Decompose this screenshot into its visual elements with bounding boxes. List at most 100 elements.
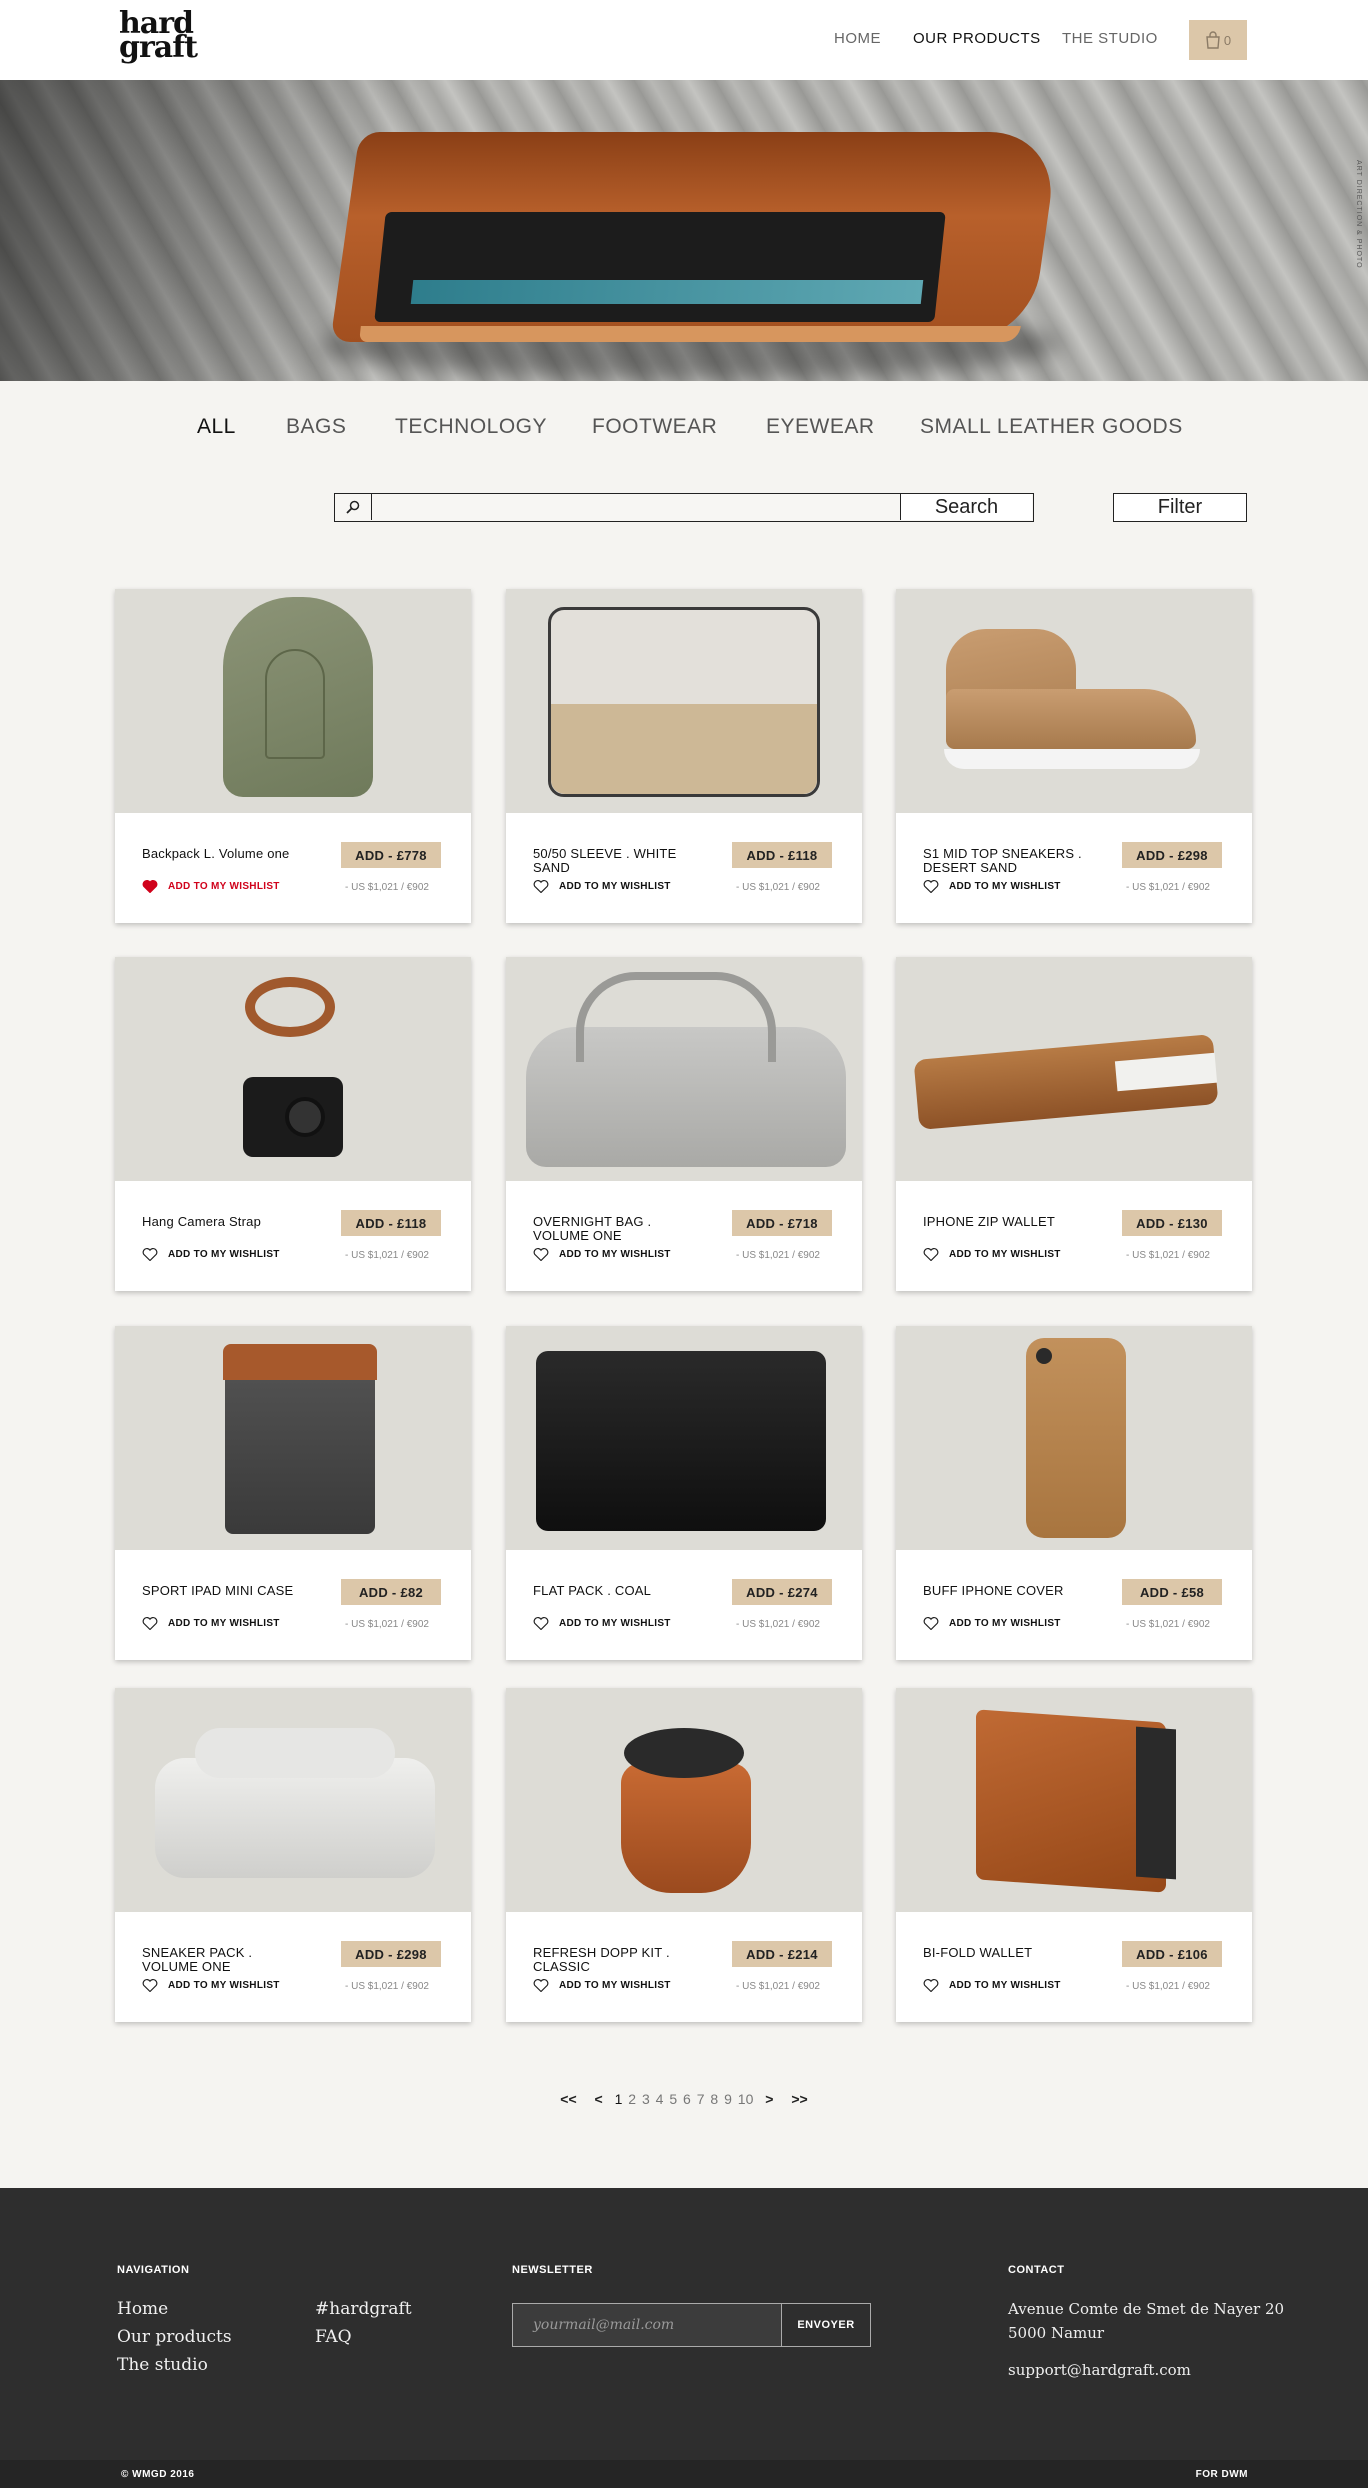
product-image[interactable] (115, 589, 471, 813)
tab-bags[interactable]: BAGS (286, 415, 346, 439)
logo[interactable]: hard graft (119, 9, 198, 63)
page-last[interactable]: >> (791, 2091, 807, 2107)
add-to-wishlist-button[interactable]: ADD TO MY WISHLIST (142, 1616, 280, 1630)
product-card[interactable]: BUFF IPHONE COVER ADD TO MY WISHLIST ADD -… (896, 1326, 1252, 1660)
page-7[interactable]: 7 (697, 2091, 705, 2107)
page-5[interactable]: 5 (669, 2091, 677, 2107)
product-image[interactable] (115, 1326, 471, 1550)
add-to-wishlist-button[interactable]: ADD TO MY WISHLIST (142, 1247, 280, 1261)
product-card[interactable]: Hang Camera Strap ADD TO MY WISHLIST ADD -… (115, 957, 471, 1291)
tab-technology[interactable]: TECHNOLOGY (395, 415, 547, 439)
page-3[interactable]: 3 (642, 2091, 650, 2107)
product-name[interactable]: BUFF IPHONE COVER (923, 1584, 1093, 1598)
page-next[interactable]: > (765, 2091, 773, 2107)
product-name[interactable]: REFRESH DOPP KIT . CLASSIC (533, 1946, 703, 1974)
tab-all[interactable]: ALL (197, 415, 236, 439)
add-to-cart-button[interactable]: ADD - £718 (732, 1210, 832, 1236)
product-image[interactable] (506, 1688, 862, 1912)
page-9[interactable]: 9 (724, 2091, 732, 2107)
newsletter-email-input[interactable]: yourmail@mail.com (513, 2304, 782, 2346)
wishlist-label: ADD TO MY WISHLIST (559, 1248, 671, 1260)
add-to-cart-button[interactable]: ADD - £82 (341, 1579, 441, 1605)
footer-link-faq[interactable]: FAQ (315, 2327, 352, 2347)
product-name[interactable]: SNEAKER PACK . VOLUME ONE (142, 1946, 312, 1974)
nav-home[interactable]: HOME (834, 30, 881, 47)
product-card[interactable]: REFRESH DOPP KIT . CLASSIC ADD TO MY WISH… (506, 1688, 862, 2022)
add-to-cart-button[interactable]: ADD - £118 (341, 1210, 441, 1236)
product-name[interactable]: Hang Camera Strap (142, 1215, 312, 1229)
add-to-cart-button[interactable]: ADD - £58 (1122, 1579, 1222, 1605)
add-to-cart-button[interactable]: ADD - £106 (1122, 1941, 1222, 1967)
footer-link-home[interactable]: Home (117, 2299, 168, 2319)
cart-button[interactable]: 0 (1189, 20, 1247, 60)
add-to-wishlist-button[interactable]: ADD TO MY WISHLIST (533, 1247, 671, 1261)
page-1[interactable]: 1 (615, 2091, 623, 2107)
page-10[interactable]: 10 (738, 2091, 754, 2107)
add-to-wishlist-button[interactable]: ADD TO MY WISHLIST (923, 1247, 1061, 1261)
add-to-cart-button[interactable]: ADD - £298 (341, 1941, 441, 1967)
product-name[interactable]: FLAT PACK . COAL (533, 1584, 703, 1598)
add-to-wishlist-button[interactable]: ADD TO MY WISHLIST (923, 1978, 1061, 1992)
page-2[interactable]: 2 (628, 2091, 636, 2107)
credit-link[interactable]: FOR DWM (1196, 2469, 1248, 2480)
product-card[interactable]: BI-FOLD WALLET ADD TO MY WISHLIST ADD - £1… (896, 1688, 1252, 2022)
product-card[interactable]: FLAT PACK . COAL ADD TO MY WISHLIST ADD - … (506, 1326, 862, 1660)
add-to-wishlist-button[interactable]: ADD TO MY WISHLIST (923, 1616, 1061, 1630)
add-to-wishlist-button[interactable]: ADD TO MY WISHLIST (533, 1616, 671, 1630)
add-to-cart-button[interactable]: ADD - £778 (341, 842, 441, 868)
search-input[interactable] (373, 494, 901, 520)
page-6[interactable]: 6 (683, 2091, 691, 2107)
page-4[interactable]: 4 (656, 2091, 664, 2107)
product-card[interactable]: Backpack L. Volume one ADD TO MY WISHLIST… (115, 589, 471, 923)
product-card[interactable]: S1 MID TOP SNEAKERS . DESERT SAND ADD TO … (896, 589, 1252, 923)
nav-our-products[interactable]: OUR PRODUCTS (913, 30, 1041, 47)
footer-link-our-products[interactable]: Our products (117, 2327, 232, 2347)
newsletter-submit-button[interactable]: ENVOYER (782, 2304, 870, 2346)
product-image[interactable] (896, 1688, 1252, 1912)
page-prev[interactable]: < (595, 2091, 603, 2107)
product-name[interactable]: BI-FOLD WALLET (923, 1946, 1093, 1960)
product-image[interactable] (115, 1688, 471, 1912)
product-image[interactable] (896, 589, 1252, 813)
tab-eyewear[interactable]: EYEWEAR (766, 415, 875, 439)
footer-link-hardgraft[interactable]: #hardgraft (315, 2299, 412, 2319)
add-to-wishlist-button[interactable]: ADD TO MY WISHLIST (533, 1978, 671, 1992)
add-to-cart-button[interactable]: ADD - £298 (1122, 842, 1222, 868)
product-illustration (1036, 1348, 1052, 1364)
product-card[interactable]: 50/50 SLEEVE . WHITE SAND ADD TO MY WISHL… (506, 589, 862, 923)
product-image[interactable] (506, 589, 862, 813)
search-icon[interactable] (335, 494, 372, 520)
add-to-cart-button[interactable]: ADD - £130 (1122, 1210, 1222, 1236)
product-image[interactable] (506, 957, 862, 1181)
product-name[interactable]: Backpack L. Volume one (142, 847, 312, 861)
add-to-wishlist-button[interactable]: ADD TO MY WISHLIST (533, 879, 671, 893)
product-image[interactable] (896, 957, 1252, 1181)
tab-footwear[interactable]: FOOTWEAR (592, 415, 717, 439)
add-to-cart-button[interactable]: ADD - £214 (732, 1941, 832, 1967)
product-card[interactable]: IPHONE ZIP WALLET ADD TO MY WISHLIST ADD -… (896, 957, 1252, 1291)
product-name[interactable]: OVERNIGHT BAG . VOLUME ONE (533, 1215, 703, 1243)
product-image[interactable] (896, 1326, 1252, 1550)
add-to-wishlist-button[interactable]: ADD TO MY WISHLIST (142, 1978, 280, 1992)
add-to-wishlist-button[interactable]: ADD TO MY WISHLIST (923, 879, 1061, 893)
product-image[interactable] (506, 1326, 862, 1550)
product-name[interactable]: S1 MID TOP SNEAKERS . DESERT SAND (923, 847, 1093, 875)
product-card[interactable]: SNEAKER PACK . VOLUME ONE ADD TO MY WISHL… (115, 1688, 471, 2022)
page-first[interactable]: << (560, 2091, 576, 2107)
product-card[interactable]: OVERNIGHT BAG . VOLUME ONE ADD TO MY WISH… (506, 957, 862, 1291)
page-8[interactable]: 8 (710, 2091, 718, 2107)
add-to-wishlist-button[interactable]: ADD TO MY WISHLIST (142, 879, 280, 893)
product-name[interactable]: 50/50 SLEEVE . WHITE SAND (533, 847, 703, 875)
footer-link-the-studio[interactable]: The studio (117, 2355, 208, 2375)
product-name[interactable]: IPHONE ZIP WALLET (923, 1215, 1093, 1229)
add-to-cart-button[interactable]: ADD - £274 (732, 1579, 832, 1605)
product-card[interactable]: SPORT IPAD MINI CASE ADD TO MY WISHLIST AD… (115, 1326, 471, 1660)
contact-email-link[interactable]: support@hardgraft.com (1008, 2358, 1191, 2382)
add-to-cart-button[interactable]: ADD - £118 (732, 842, 832, 868)
filter-button[interactable]: Filter (1113, 493, 1247, 522)
search-button[interactable]: Search (900, 494, 1032, 520)
product-name[interactable]: SPORT IPAD MINI CASE (142, 1584, 312, 1598)
product-image[interactable] (115, 957, 471, 1181)
tab-small-leather-goods[interactable]: SMALL LEATHER GOODS (920, 415, 1183, 439)
nav-the-studio[interactable]: THE STUDIO (1062, 30, 1158, 47)
